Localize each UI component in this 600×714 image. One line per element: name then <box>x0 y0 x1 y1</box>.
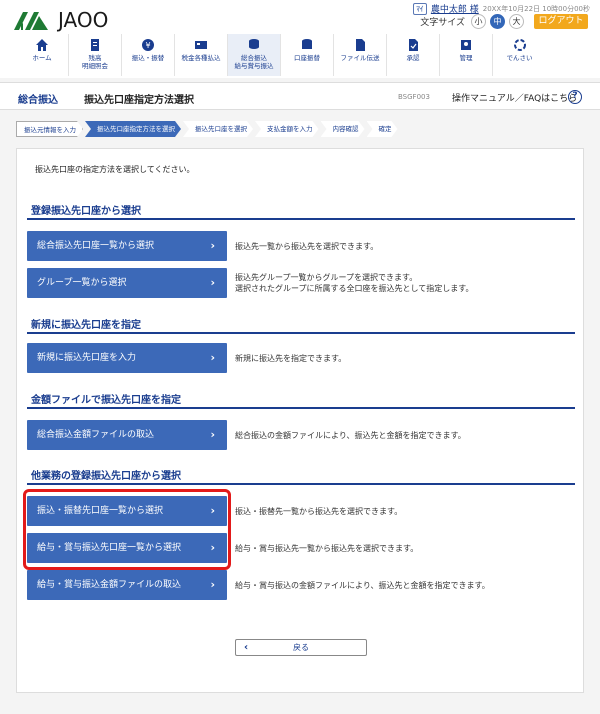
business-title: 総合振込 <box>18 95 58 106</box>
nav-label: 承認 <box>406 54 420 62</box>
chevron-right-icon: › <box>210 351 215 364</box>
step-3: 振込先口座を選択 <box>183 121 253 137</box>
chevron-right-icon: › <box>210 578 215 591</box>
button-label: 総合振込金額ファイルの取込 <box>37 430 155 440</box>
title-bar: 総合振込 振込先口座指定方法選択 BSGF003 操作マニュアル／FAQはこちら… <box>0 82 600 110</box>
button-description: 給与・賞与振込の金額ファイルにより、振込先と金額を指定できます。 <box>235 581 490 590</box>
svg-text:¥: ¥ <box>145 41 150 50</box>
nav-tax[interactable]: 税金各種払込 <box>175 34 228 76</box>
button-label: 総合振込先口座一覧から選択 <box>37 241 155 251</box>
font-size-controls: 文字サイズ 小 中 大 ログアウト <box>420 14 588 29</box>
nav-account-transfer[interactable]: 口座振替 <box>281 34 334 76</box>
densai-icon <box>513 39 526 51</box>
logo[interactable]: JAOO <box>12 8 108 32</box>
progress-steps: 振込元情報を入力 振込先口座指定方法を選択 振込先口座を選択 支払金額を入力 内… <box>16 121 400 137</box>
step-6: 確定 <box>367 121 398 137</box>
font-size-small-button[interactable]: 小 <box>471 14 486 29</box>
global-nav: ホーム 残高 明細照会 ¥ 振込・振替 税金各種払込 総合振込 給与賞与振込 口… <box>16 34 592 76</box>
logout-button[interactable]: ログアウト <box>534 14 588 29</box>
balance-icon <box>91 39 99 51</box>
screen-code: BSGF003 <box>398 93 430 101</box>
back-button-label: 戻る <box>293 643 309 652</box>
chevron-right-icon: › <box>210 276 215 289</box>
nav-label-text: 残高 明細照会 <box>82 54 108 70</box>
button-label: 給与・賞与振込金額ファイルの取込 <box>37 580 182 590</box>
page-title: 振込先口座指定方法選択 <box>84 95 194 106</box>
font-size-medium-button[interactable]: 中 <box>490 14 505 29</box>
ja-logo-icon <box>12 8 56 32</box>
nav-label: 振込・振替 <box>131 54 165 62</box>
section-title: 新規に振込先口座を指定 <box>31 320 141 331</box>
nav-label: でんさい <box>506 54 533 62</box>
description-line: 振込先グループ一覧からグループを選択できます。 <box>235 273 418 282</box>
button-description: 振込先一覧から振込先を選択できます。 <box>235 242 379 251</box>
back-button[interactable]: ‹ 戻る <box>235 639 367 656</box>
nav-label: 管理 <box>459 54 473 62</box>
button-description: 新規に振込先を指定できます。 <box>235 354 347 363</box>
step-2: 振込先口座指定方法を選択 <box>85 121 181 137</box>
section-divider <box>27 332 575 334</box>
description-line: 選択されたグループに所属する全口座を振込先として指定します。 <box>235 284 474 293</box>
section-title: 登録振込先口座から選択 <box>31 206 141 217</box>
nav-label: ファイル伝送 <box>340 54 380 62</box>
salary-amount-file-import-button[interactable]: 給与・賞与振込金額ファイルの取込 › <box>27 570 227 600</box>
login-timestamp: 20XX年10月22日 10時00分00秒 <box>482 4 590 13</box>
file-transfer-icon <box>356 39 365 51</box>
bulk-transfer-icon <box>249 39 259 49</box>
nav-transfer[interactable]: ¥ 振込・振替 <box>122 34 175 76</box>
button-label: 新規に振込先口座を入力 <box>37 353 137 363</box>
red-highlight-box <box>23 489 231 570</box>
button-description: 給与・賞与振込先一覧から振込先を選択できます。 <box>235 544 419 553</box>
nav-approval[interactable]: 承認 <box>387 34 440 76</box>
help-link[interactable]: 操作マニュアル／FAQはこちら <box>452 91 577 104</box>
nav-label: ホーム <box>32 54 52 62</box>
main-panel: 振込先口座の指定方法を選択してください。 登録振込先口座から選択 総合振込先口座… <box>16 148 584 693</box>
button-description: 総合振込の金額ファイルにより、振込先と金額を指定できます。 <box>235 431 466 440</box>
nav-home[interactable]: ホーム <box>16 34 69 76</box>
section-divider <box>27 407 575 409</box>
chevron-right-icon: › <box>210 239 215 252</box>
home-icon <box>36 39 48 51</box>
nav-densai[interactable]: でんさい <box>493 34 546 76</box>
transfer-icon: ¥ <box>142 39 154 51</box>
step-1: 振込元情報を入力 <box>16 121 83 137</box>
font-size-large-button[interactable]: 大 <box>509 14 524 29</box>
tax-icon <box>195 41 207 49</box>
approval-icon <box>409 39 418 51</box>
nav-label-text: 総合振込 給与賞与振込 <box>234 54 274 70</box>
section-divider <box>27 483 575 485</box>
header: JAOO ﾏｲ 農中太郎 様 20XX年10月22日 10時00分00秒 文字サ… <box>0 0 600 78</box>
nav-admin[interactable]: 管理 <box>440 34 493 76</box>
nav-label: 口座振替 <box>294 54 320 62</box>
help-icon[interactable]: ? <box>568 90 582 104</box>
intro-text: 振込先口座の指定方法を選択してください。 <box>35 165 195 174</box>
bulk-amount-file-import-button[interactable]: 総合振込金額ファイルの取込 › <box>27 420 227 450</box>
section-title: 他業務の登録振込先口座から選択 <box>31 471 181 482</box>
new-payee-button[interactable]: 新規に振込先口座を入力 › <box>27 343 227 373</box>
button-description: 振込・振替先一覧から振込先を選択できます。 <box>235 507 403 516</box>
nav-bulk-transfer[interactable]: 総合振込 給与賞与振込 <box>228 34 281 76</box>
group-list-button[interactable]: グループ一覧から選択 › <box>27 268 227 298</box>
nav-file-transfer[interactable]: ファイル伝送 <box>334 34 387 76</box>
nav-label: 総合振込 給与賞与振込 <box>228 54 280 70</box>
chevron-right-icon: › <box>210 428 215 441</box>
font-size-label: 文字サイズ <box>420 18 465 28</box>
nav-label: 残高 明細照会 <box>69 54 121 70</box>
nav-label: 税金各種払込 <box>181 54 221 62</box>
user-badge-icon: ﾏｲ <box>412 2 427 15</box>
button-description: 振込先グループ一覧からグループを選択できます。 選択されたグループに所属する全口… <box>235 272 473 294</box>
section-divider <box>27 218 575 220</box>
admin-icon <box>461 40 471 50</box>
step-5: 内容確認 <box>321 121 365 137</box>
nav-balance[interactable]: 残高 明細照会 <box>69 34 122 76</box>
logo-text: JAOO <box>58 8 109 32</box>
account-transfer-icon <box>302 39 312 49</box>
step-4: 支払金額を入力 <box>255 121 319 137</box>
button-label: グループ一覧から選択 <box>37 278 127 288</box>
chevron-left-icon: ‹ <box>244 642 249 653</box>
bulk-payee-list-button[interactable]: 総合振込先口座一覧から選択 › <box>27 231 227 261</box>
section-title: 金額ファイルで振込先口座を指定 <box>31 395 181 406</box>
